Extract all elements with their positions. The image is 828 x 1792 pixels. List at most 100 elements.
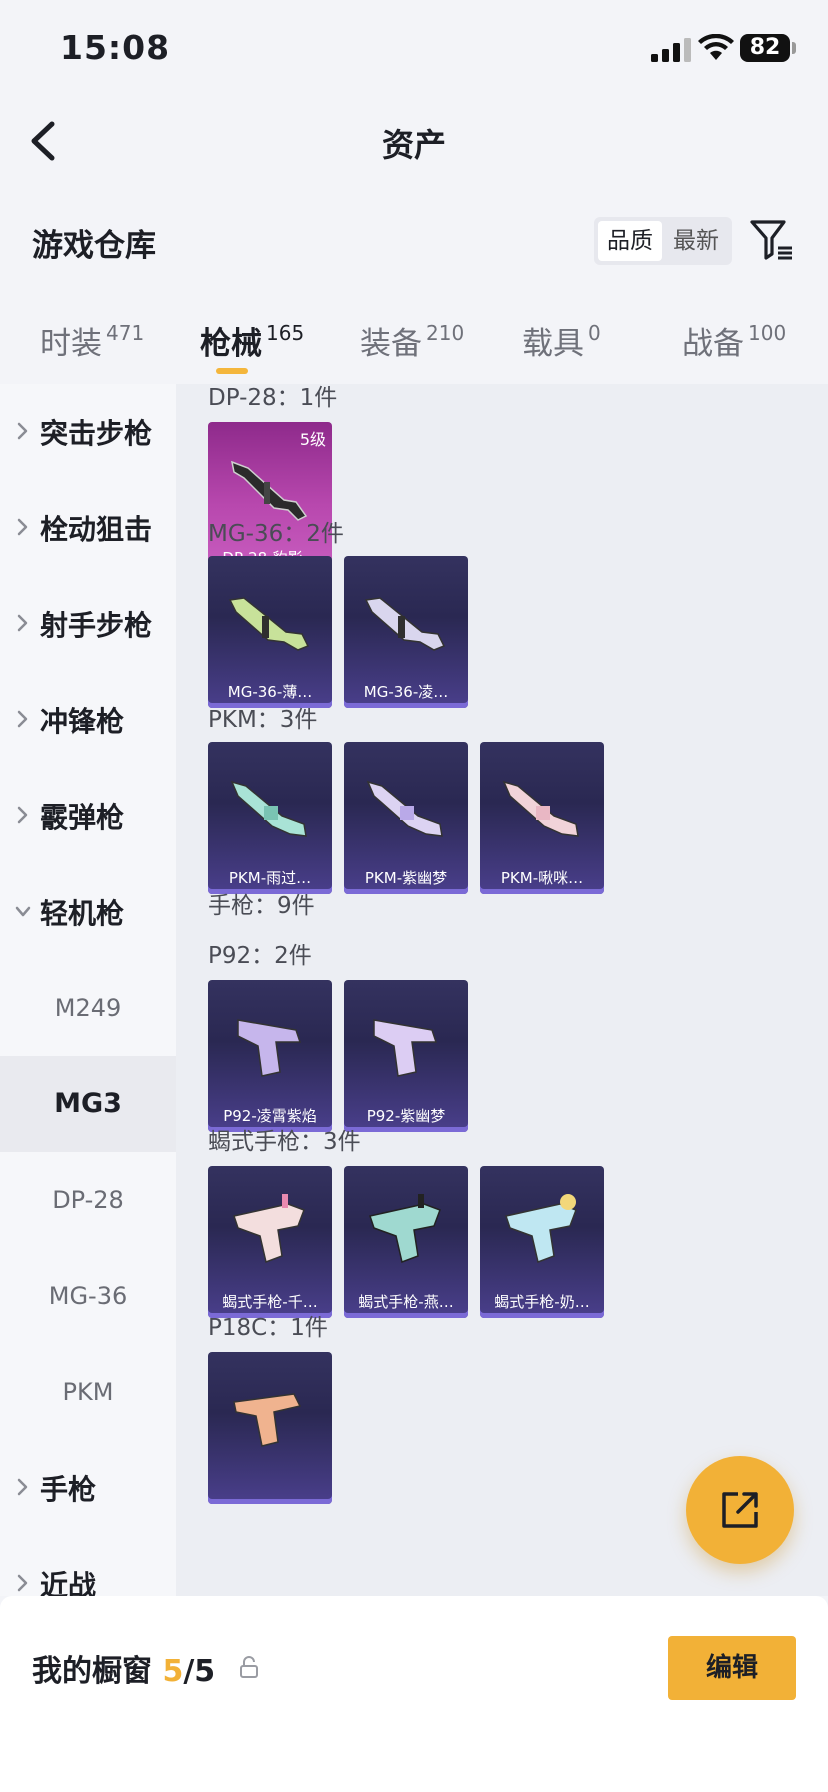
section-title: PKM：3件: [208, 707, 318, 733]
sidebar-item-label: 射手步枪: [40, 609, 153, 642]
tab-label: 时装: [40, 326, 102, 362]
weapon-card-caption: P92-紫幽梦: [366, 1107, 446, 1125]
sort-toggle: 品质 最新: [594, 217, 732, 265]
weapon-card[interactable]: P92-凌霄紫焰: [208, 980, 332, 1132]
lmg-skin-image: [230, 780, 307, 837]
sidebar-subitem-mg3[interactable]: MG3: [0, 1056, 176, 1152]
category-tabs: 时装 471 枪械 165 装备 210 载具 0 战备 100: [0, 300, 828, 380]
sort-newest-option[interactable]: 最新: [664, 221, 728, 261]
filter-icon[interactable]: [748, 216, 796, 264]
edit-button[interactable]: 编辑: [668, 1636, 796, 1700]
weapon-category-sidebar: 突击步枪 栓动狙击 射手步枪 冲锋枪 霰弹枪 轻机枪 M249 MG3 DP-2…: [0, 384, 176, 1596]
chevron-right-icon: [17, 422, 28, 440]
weapon-card-caption: PKM-啾咪…: [500, 869, 584, 887]
weapon-card-caption: PKM-雨过…: [228, 869, 312, 887]
sidebar-item-label: 栓动狙击: [40, 513, 153, 546]
tab-equipment[interactable]: 装备 210: [360, 318, 464, 363]
battery-tip: [792, 42, 796, 54]
showcase-title: 我的橱窗: [32, 1654, 152, 1689]
sidebar-item-label: 突击步枪: [40, 417, 153, 450]
showcase-count-total: /5: [183, 1654, 216, 1689]
tab-count: 100: [748, 321, 787, 345]
sidebar-item-lmg[interactable]: 轻机枪: [0, 864, 176, 960]
weapon-card[interactable]: MG-36-凌…: [344, 556, 468, 708]
chevron-right-icon: [17, 614, 28, 632]
sidebar-item-shotgun[interactable]: 霰弹枪: [0, 768, 176, 864]
tab-label: 载具: [522, 326, 584, 362]
active-tab-indicator: [216, 368, 248, 374]
sidebar-item-assault-rifle[interactable]: 突击步枪: [0, 384, 176, 480]
weapon-card[interactable]: P92-紫幽梦: [344, 980, 468, 1132]
lmg-skin-image: [502, 780, 579, 837]
chevron-right-icon: [17, 806, 28, 824]
weapon-card[interactable]: 蝎式手枪-奶…: [480, 1166, 604, 1318]
tab-supplies[interactable]: 战备 100: [682, 318, 786, 363]
weapon-card[interactable]: 蝎式手枪-千…: [208, 1166, 332, 1318]
lock-icon: [240, 1656, 258, 1678]
chevron-right-icon: [17, 710, 28, 728]
weapon-card[interactable]: 5级 DP-28-豹影…: [208, 422, 332, 574]
lmg-skin-image: [364, 597, 446, 651]
weapon-card[interactable]: PKM-紫幽梦: [344, 742, 468, 894]
status-time: 15:08: [60, 28, 171, 67]
tab-count: 165: [266, 321, 305, 345]
showcase-count-current: 5: [162, 1654, 184, 1689]
sidebar-item-marksman-rifle[interactable]: 射手步枪: [0, 576, 176, 672]
sidebar-item-label: 手枪: [40, 1473, 97, 1506]
sidebar-subitem-m249[interactable]: M249: [0, 960, 176, 1056]
weapon-card[interactable]: [208, 1352, 332, 1504]
weapon-card-caption: MG-36-薄…: [227, 683, 313, 701]
weapon-card[interactable]: PKM-啾咪…: [480, 742, 604, 894]
section-title: 手枪：9件: [208, 893, 315, 919]
tab-count: 210: [426, 321, 465, 345]
weapon-card-caption: 蝎式手枪-燕…: [358, 1293, 454, 1311]
sidebar-subitem-pkm[interactable]: PKM: [0, 1344, 176, 1440]
share-icon: [722, 1492, 758, 1528]
tab-firearms[interactable]: 枪械 165: [200, 318, 304, 363]
chevron-right-icon: [17, 1478, 28, 1496]
sidebar-subitem-mg36[interactable]: MG-36: [0, 1248, 176, 1344]
section-title: MG-36：2件: [208, 521, 344, 547]
tab-count: 471: [106, 321, 145, 345]
section-title: P18C：1件: [208, 1315, 328, 1341]
weapon-card[interactable]: 蝎式手枪-燕…: [344, 1166, 468, 1318]
sidebar-item-melee[interactable]: 近战: [0, 1536, 176, 1596]
showcase-bar: 我的橱窗 5/5 编辑: [0, 1596, 828, 1792]
weapon-list: DP-28：1件 5级 DP-28-豹影… MG-36：2件 MG-36-薄… …: [176, 384, 828, 1596]
section-title: DP-28：1件: [208, 385, 338, 411]
section-title: 蝎式手枪：3件: [208, 1129, 361, 1155]
sidebar-item-label: 近战: [40, 1569, 97, 1596]
smg-pistol-skin-image: [505, 1194, 577, 1264]
tab-label: 枪械: [200, 326, 262, 362]
chevron-down-icon: [15, 906, 31, 917]
wifi-icon: [698, 34, 734, 60]
tab-fashion[interactable]: 时装 471: [40, 318, 144, 363]
sort-quality-option[interactable]: 品质: [598, 221, 662, 261]
share-button[interactable]: [686, 1456, 794, 1564]
sidebar-item-label: 冲锋枪: [40, 705, 125, 738]
sidebar-subitem-dp28[interactable]: DP-28: [0, 1152, 176, 1248]
warehouse-header: 游戏仓库 品质 最新: [0, 200, 828, 280]
tab-label: 战备: [682, 326, 744, 362]
signal-icon: [651, 38, 691, 62]
lmg-skin-image: [228, 597, 310, 651]
battery-icon: 82: [740, 34, 790, 62]
chevron-right-icon: [17, 518, 28, 536]
sidebar-item-pistol[interactable]: 手枪: [0, 1440, 176, 1536]
sidebar-item-bolt-sniper[interactable]: 栓动狙击: [0, 480, 176, 576]
pistol-skin-image: [237, 1019, 302, 1077]
lmg-skin-image: [366, 780, 443, 837]
section-title: P92：2件: [208, 943, 312, 969]
pistol-skin-image: [233, 1393, 302, 1447]
warehouse-label: 游戏仓库: [32, 228, 156, 264]
smg-pistol-skin-image: [233, 1194, 305, 1264]
weapon-card[interactable]: PKM-雨过…: [208, 742, 332, 894]
weapon-card[interactable]: MG-36-薄…: [208, 556, 332, 708]
smg-pistol-skin-image: [369, 1194, 441, 1264]
sidebar-item-smg[interactable]: 冲锋枪: [0, 672, 176, 768]
weapon-card-caption: PKM-紫幽梦: [364, 869, 448, 887]
showcase-count: 5/5: [162, 1654, 215, 1689]
sidebar-item-label: 轻机枪: [40, 897, 125, 930]
tab-vehicles[interactable]: 载具 0: [522, 318, 601, 363]
weapon-card-caption: 蝎式手枪-奶…: [494, 1293, 590, 1311]
